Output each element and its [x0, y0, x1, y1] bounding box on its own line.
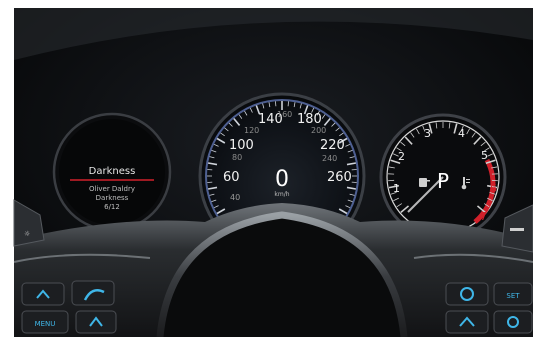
set-button-label: SET — [506, 292, 520, 300]
left-display: Darkness Oliver Daldry Darkness 6/12 — [54, 114, 170, 230]
speed-label-80: 80 — [232, 153, 242, 162]
rpm-label-4: 4 — [458, 127, 465, 140]
headlight-icon: ☼ — [24, 230, 30, 238]
track-title: Darkness — [89, 166, 136, 177]
speed-label-180: 180 — [297, 112, 322, 127]
rpm-label-2: 2 — [398, 150, 405, 163]
speed-label-60: 60 — [223, 170, 240, 185]
speed-label-220: 220 — [320, 138, 345, 153]
cruise-resume-button[interactable] — [446, 311, 488, 333]
speed-label-260: 260 — [327, 170, 352, 185]
phone-button[interactable] — [72, 281, 114, 305]
cruise-button[interactable] — [446, 283, 488, 305]
track-album: Darkness — [96, 194, 129, 202]
track-number: 6/12 — [104, 203, 120, 211]
speed-label-200: 200 — [311, 126, 326, 135]
speed-label-100: 100 — [229, 138, 254, 153]
rpm-label-3: 3 — [424, 127, 431, 140]
instrument-cluster-scene: Darkness Oliver Daldry Darkness 6/12 60 … — [0, 0, 533, 337]
rpm-label-5: 5 — [481, 149, 488, 162]
voice-button[interactable] — [76, 311, 116, 333]
rpm-label-6: 6 — [490, 182, 497, 195]
cluster-canvas: Darkness Oliver Daldry Darkness 6/12 60 … — [0, 0, 533, 337]
speed-readout: 0 — [275, 167, 289, 192]
menu-button-label: MENU — [35, 320, 56, 328]
rpm-label-1: 1 — [393, 182, 400, 195]
speed-label-240: 240 — [322, 154, 337, 163]
speed-limit-button[interactable] — [494, 311, 532, 333]
speed-unit: km/h — [274, 191, 289, 198]
track-artist: Oliver Daldry — [89, 185, 135, 193]
up-control-button[interactable] — [22, 283, 64, 305]
speed-label-40: 40 — [230, 193, 240, 202]
speed-label-160: 160 — [277, 110, 292, 119]
tachometer: 1 2 3 4 5 6 7 P — [381, 115, 505, 239]
rpm-label-7: 7 — [480, 210, 487, 223]
wiper-icon — [510, 228, 524, 231]
speed-label-120: 120 — [244, 126, 259, 135]
